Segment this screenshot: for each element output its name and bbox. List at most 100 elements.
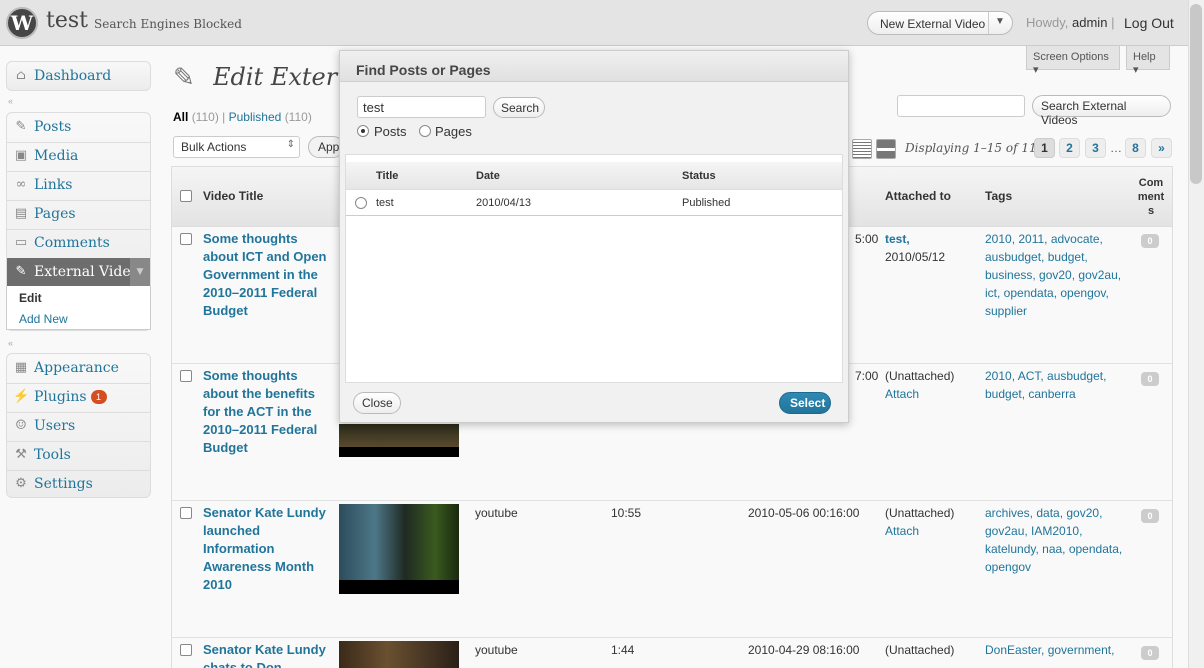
select-button[interactable]: Select (779, 392, 831, 414)
chevron-down-icon[interactable]: ▼ (995, 16, 1005, 27)
date-cell: 2010-05-06 00:16:00 (748, 506, 860, 520)
sidebar-item-label: Settings (34, 476, 93, 492)
separator: | (1111, 15, 1115, 30)
next-page-button[interactable]: » (1151, 138, 1172, 158)
sidebar-item-external-videos[interactable]: ✎ External Videos ▼ (7, 258, 150, 287)
date-cell: 5:00 (855, 232, 879, 246)
username-link[interactable]: admin (1072, 15, 1107, 30)
submenu-toggle-icon[interactable]: ▼ (130, 258, 150, 287)
links-icon: ∞ (15, 177, 27, 192)
radio-pages-label[interactable]: Pages (435, 124, 472, 139)
sidebar-item-posts[interactable]: ✎ Posts (7, 113, 150, 142)
search-input[interactable] (897, 95, 1025, 117)
excerpt-view-icon[interactable] (876, 139, 896, 159)
result-radio[interactable] (355, 197, 367, 209)
appearance-icon: ▦ (14, 360, 28, 375)
sidebar-item-links[interactable]: ∞ Links (7, 171, 150, 200)
favorite-actions-dropdown[interactable]: New External Video ▼ (867, 11, 1013, 35)
collapse-arrow-icon[interactable]: « (8, 96, 13, 106)
tags-list[interactable]: archives, data, gov20, gov2au, IAM2010, … (985, 504, 1135, 576)
column-title[interactable]: Video Title (203, 189, 263, 203)
media-icon: ▣ (14, 148, 28, 163)
results-column-title: Title (376, 170, 399, 182)
video-thumbnail[interactable] (339, 424, 459, 457)
radio-posts[interactable] (357, 125, 369, 137)
row-checkbox[interactable] (180, 507, 192, 519)
column-comments[interactable]: Com ment s (1137, 176, 1165, 218)
video-title-link[interactable]: Senator Kate Lundy launched Information … (203, 504, 333, 594)
bulk-actions-select[interactable]: Bulk Actions ⇕ (173, 136, 300, 158)
divider (988, 12, 989, 34)
page-number[interactable]: 8 (1125, 138, 1146, 158)
comment-count-bubble[interactable]: 0 (1141, 372, 1159, 386)
submenu-add-new[interactable]: Add New (19, 312, 68, 326)
attach-link[interactable]: Attach (885, 385, 919, 403)
filter-all[interactable]: All (173, 110, 188, 124)
select-all-checkbox[interactable] (180, 190, 192, 202)
tags-list[interactable]: 2010, ACT, ausbudget, budget, canberra (985, 367, 1135, 403)
collapse-arrow-icon[interactable]: « (8, 338, 13, 348)
sidebar-item-comments[interactable]: ▭ Comments (7, 229, 150, 258)
wordpress-logo-icon[interactable]: W (6, 7, 38, 39)
attached-date: 2010/05/12 (885, 250, 946, 264)
row-checkbox[interactable] (180, 644, 192, 656)
site-title[interactable]: test (46, 8, 88, 33)
comment-count-bubble[interactable]: 0 (1141, 646, 1159, 660)
sidebar-item-tools[interactable]: ⚒ Tools (7, 441, 150, 470)
page-number[interactable]: 3 (1085, 138, 1106, 158)
video-title-link[interactable]: Some thoughts about the benefits for the… (203, 367, 333, 457)
filter-published[interactable]: Published (229, 110, 282, 124)
close-button[interactable]: Close (353, 392, 401, 414)
comment-count-bubble[interactable]: 0 (1141, 509, 1159, 523)
submenu-edit[interactable]: Edit (19, 291, 42, 305)
sidebar-item-pages[interactable]: ▤ Pages (7, 200, 150, 229)
displaying-count: Displaying 1–15 of 110 (905, 141, 1045, 155)
sidebar-item-users[interactable]: ☺ Users (7, 412, 150, 441)
tags-list[interactable]: 2010, 2011, advocate, ausbudget, budget,… (985, 230, 1135, 320)
result-title[interactable]: test (376, 197, 394, 209)
dialog-title: Find Posts or Pages (356, 62, 491, 78)
sidebar-item-label: Posts (34, 119, 72, 135)
filter-published-count: (110) (284, 110, 312, 124)
sidebar-item-label: Comments (34, 235, 110, 251)
howdy-text: Howdy, (1026, 15, 1069, 30)
sidebar-item-label: Appearance (34, 360, 119, 376)
list-view-icon[interactable] (852, 139, 872, 159)
sidebar-item-plugins[interactable]: ⚡ Plugins 1 (7, 383, 150, 412)
help-tab[interactable]: Help ▾ (1126, 46, 1170, 76)
search-external-videos-button[interactable]: Search External Videos (1032, 95, 1171, 127)
row-checkbox[interactable] (180, 233, 192, 245)
video-title-link[interactable]: Some thoughts about ICT and Open Governm… (203, 230, 333, 320)
sidebar-item-appearance[interactable]: ▦ Appearance (7, 354, 150, 383)
find-posts-search-button[interactable]: Search (493, 97, 545, 118)
video-thumbnail[interactable] (339, 641, 459, 668)
menu-group-dashboard: ⌂ Dashboard (6, 61, 151, 91)
tags-list[interactable]: DonEaster, government, (985, 641, 1135, 668)
row-checkbox[interactable] (180, 370, 192, 382)
comment-count-bubble[interactable]: 0 (1141, 234, 1159, 248)
screen-options-tab[interactable]: Screen Options ▾ (1026, 46, 1120, 76)
video-title-link[interactable]: Senator Kate Lundy chats to Don (203, 641, 333, 668)
plugins-icon: ⚡ (13, 389, 30, 404)
results-column-date: Date (476, 170, 500, 182)
select-arrows-icon: ⇕ (286, 139, 295, 150)
video-thumbnail[interactable] (339, 504, 459, 594)
radio-posts-label[interactable]: Posts (374, 124, 407, 139)
sidebar-item-media[interactable]: ▣ Media (7, 142, 150, 171)
radio-pages[interactable] (419, 125, 431, 137)
find-posts-search-input[interactable]: test (357, 96, 486, 118)
result-row[interactable] (346, 190, 842, 216)
sidebar-item-label: Users (34, 418, 76, 434)
bulk-actions-value: Bulk Actions (181, 140, 247, 154)
sidebar-item-dashboard[interactable]: ⌂ Dashboard (7, 62, 150, 91)
pagination-ellipsis: … (1110, 141, 1122, 155)
scrollbar-thumb[interactable] (1190, 4, 1202, 184)
attach-link[interactable]: Attach (885, 522, 919, 540)
page-number[interactable]: 2 (1059, 138, 1080, 158)
favorite-action-label[interactable]: New External Video (880, 17, 985, 31)
result-status: Published (682, 197, 731, 209)
sidebar-item-settings[interactable]: ⚙ Settings (7, 470, 150, 499)
logout-link[interactable]: Log Out (1124, 15, 1174, 31)
menu-group-settings: ▦ Appearance ⚡ Plugins 1 ☺ Users ⚒ Tools … (6, 353, 151, 498)
attached-post-link[interactable]: test, (885, 230, 910, 248)
